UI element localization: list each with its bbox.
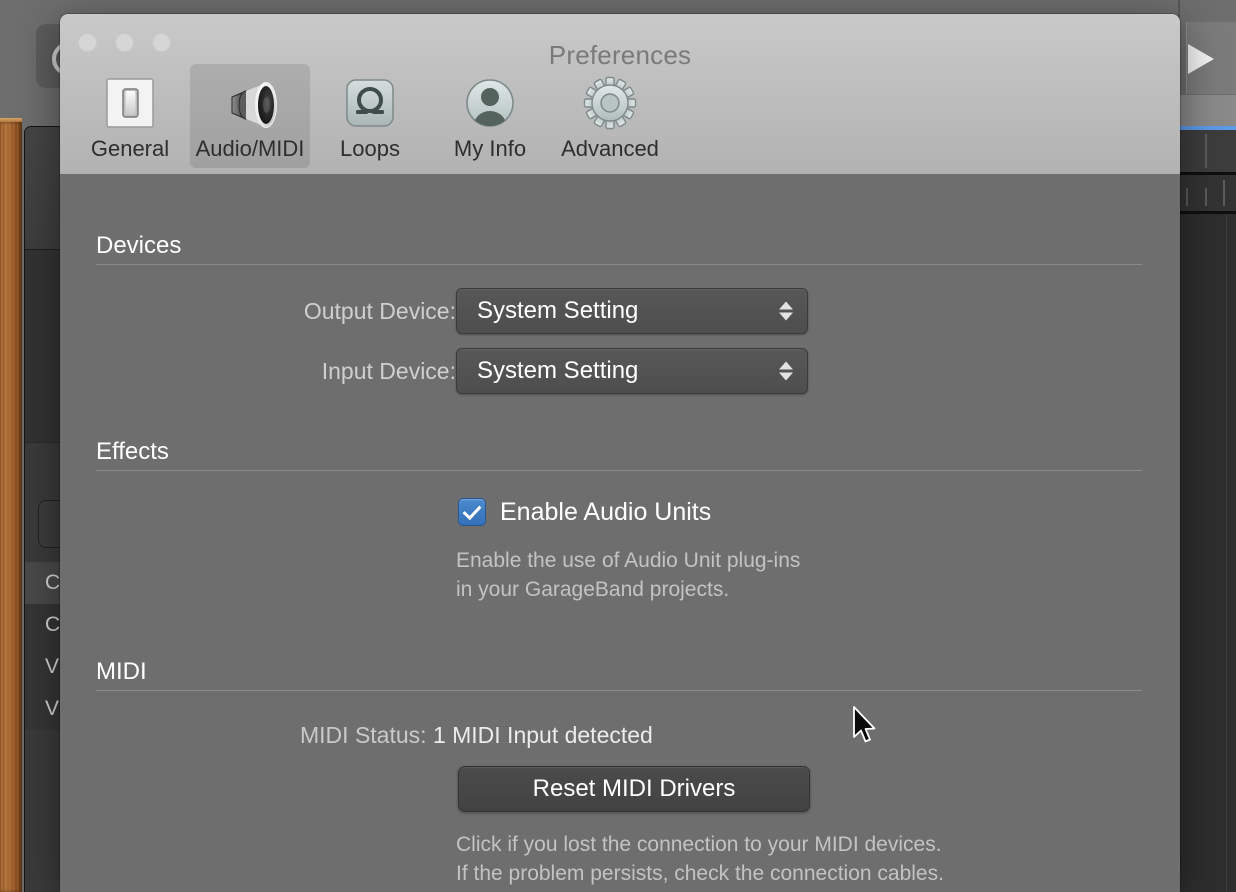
section-divider-devices — [96, 264, 1142, 265]
tab-general[interactable]: General — [70, 64, 190, 168]
bg-toolbar-rail — [1178, 95, 1236, 127]
input-device-value: System Setting — [477, 357, 639, 384]
bg-ruler-tick — [1205, 134, 1207, 168]
output-device-label: Output Device: — [303, 298, 456, 324]
preferences-content: Devices Output Device: System Setting In… — [60, 174, 1180, 892]
bg-ruler-tick — [1205, 188, 1207, 206]
output-device-value: System Setting — [477, 297, 639, 324]
effects-help-line-1: Enable the use of Audio Unit plug-ins — [456, 549, 801, 572]
tab-general-label: General — [90, 136, 170, 161]
midi-status-value: 1 MIDI Input detected — [432, 722, 653, 748]
bg-list-item-label: V — [45, 655, 60, 678]
enable-audio-units-label: Enable Audio Units — [500, 497, 712, 526]
tab-audio-midi-label: Audio/MIDI — [195, 136, 305, 161]
tab-my-info[interactable]: My Info — [430, 64, 550, 168]
tab-audio-midi[interactable]: Audio/MIDI — [190, 64, 310, 168]
enable-audio-units-checkbox-row[interactable]: Enable Audio Units — [458, 498, 711, 526]
section-title-effects: Effects — [96, 438, 169, 465]
tab-loops[interactable]: Loops — [310, 64, 430, 168]
dialog-titlebar: Preferences General Audio/MIDI Loops My … — [60, 14, 1180, 175]
preferences-toolbar: General Audio/MIDI Loops My Info Advance… — [70, 64, 670, 168]
midi-status-label: MIDI Status: — [300, 722, 427, 748]
tab-loops-label: Loops — [340, 136, 400, 161]
input-device-label: Input Device: — [321, 358, 456, 384]
bg-list-item-label: V — [45, 697, 60, 720]
input-device-select[interactable]: System Setting — [456, 348, 808, 394]
tab-my-info-label: My Info — [453, 136, 527, 161]
gear-icon — [581, 74, 639, 132]
person-avatar-icon — [461, 74, 519, 132]
bg-timeline-ruler[interactable] — [1178, 130, 1236, 175]
section-title-devices: Devices — [96, 232, 182, 259]
tab-advanced-label: Advanced — [561, 136, 659, 161]
midi-help-line-1: Click if you lost the connection to your… — [456, 833, 942, 856]
section-divider-midi — [96, 690, 1142, 691]
section-divider-effects — [96, 470, 1142, 471]
chevron-updown-icon — [779, 301, 793, 321]
midi-status: MIDI Status: 1 MIDI Input detected — [300, 724, 653, 747]
bg-wood-panel — [0, 122, 22, 892]
bg-ruler-tick — [1223, 180, 1225, 206]
bg-list-item-label: C — [45, 571, 61, 594]
bg-lane-divider — [1226, 214, 1227, 892]
speaker-icon — [221, 74, 279, 132]
midi-help-line-2: If the problem persists, check the conne… — [456, 862, 944, 885]
reset-midi-drivers-button[interactable]: Reset MIDI Drivers — [458, 766, 810, 812]
screen: C C V V Preferences General Audio/MIDI L… — [0, 0, 1236, 892]
chevron-updown-icon — [779, 361, 793, 381]
bg-ruler-tick — [1186, 188, 1188, 206]
toggle-switch-icon — [101, 74, 159, 132]
enable-audio-units-checkbox[interactable] — [458, 498, 486, 526]
loop-omega-icon — [341, 74, 399, 132]
preferences-dialog: Preferences General Audio/MIDI Loops My … — [60, 14, 1180, 892]
section-title-midi: MIDI — [96, 658, 147, 685]
effects-help-line-2: in your GarageBand projects. — [456, 578, 730, 601]
tab-advanced[interactable]: Advanced — [550, 64, 670, 168]
play-triangle-icon[interactable] — [1188, 44, 1214, 74]
output-device-select[interactable]: System Setting — [456, 288, 808, 334]
bg-list-item-label: C — [45, 613, 61, 636]
bg-track-lane[interactable] — [1178, 214, 1236, 892]
